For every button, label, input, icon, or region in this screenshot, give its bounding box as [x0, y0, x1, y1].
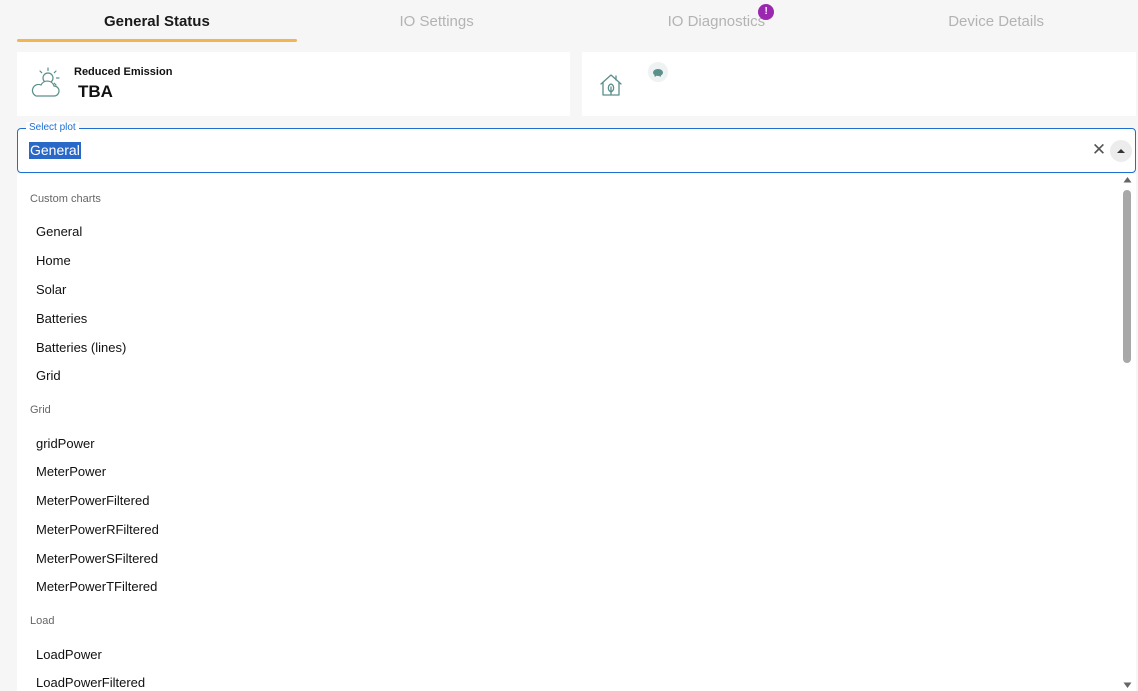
- tab-io-settings[interactable]: IO Settings: [297, 0, 577, 42]
- tab-io-diagnostics[interactable]: IO Diagnostics !: [577, 0, 857, 42]
- tab-device-details[interactable]: Device Details: [856, 0, 1136, 42]
- group-header-custom-charts: Custom charts: [30, 193, 101, 205]
- option-meter-power-s-filtered[interactable]: MeterPowerSFiltered: [36, 551, 158, 566]
- home-card: [582, 52, 1136, 116]
- select-plot-combobox[interactable]: Select plot General ✕: [17, 122, 1136, 173]
- tab-label: Device Details: [948, 12, 1045, 30]
- scrollbar-thumb[interactable]: [1123, 190, 1131, 363]
- home-leaf-icon: [600, 74, 622, 96]
- group-header-grid: Grid: [30, 404, 51, 416]
- weather-sun-cloud-icon: [31, 67, 60, 97]
- option-solar[interactable]: Solar: [36, 282, 66, 297]
- tab-label-text: IO Diagnostics: [667, 12, 766, 30]
- close-icon[interactable]: ✕: [1090, 140, 1108, 159]
- option-meter-power-filtered[interactable]: MeterPowerFiltered: [36, 493, 149, 508]
- scroll-up-arrow-icon[interactable]: [1121, 176, 1133, 186]
- tab-label: IO Settings: [399, 12, 474, 30]
- scroll-down-arrow-icon[interactable]: [1121, 682, 1133, 691]
- option-grid-power[interactable]: gridPower: [36, 436, 95, 451]
- option-load-power[interactable]: LoadPower: [36, 647, 102, 662]
- option-batteries-lines[interactable]: Batteries (lines): [36, 340, 126, 355]
- card-label: Reduced Emission: [74, 66, 173, 78]
- select-plot-input[interactable]: General: [29, 142, 81, 159]
- option-general[interactable]: General: [36, 224, 82, 239]
- option-meter-power-t-filtered[interactable]: MeterPowerTFiltered: [36, 579, 157, 594]
- option-meter-power-r-filtered[interactable]: MeterPowerRFiltered: [36, 522, 159, 537]
- plot-options-listbox[interactable]: Custom charts General Home Solar Batteri…: [17, 174, 1136, 691]
- option-load-power-filtered[interactable]: LoadPowerFiltered: [36, 675, 145, 690]
- tab-label: IO Diagnostics !: [667, 3, 775, 30]
- tab-label: General Status: [103, 12, 210, 30]
- option-grid[interactable]: Grid: [36, 368, 61, 383]
- option-home[interactable]: Home: [36, 253, 71, 268]
- option-batteries[interactable]: Batteries: [36, 311, 87, 326]
- reduced-emission-card: Reduced Emission TBA: [17, 52, 570, 116]
- tab-general-status[interactable]: General Status: [17, 0, 297, 42]
- select-plot-label: Select plot: [26, 122, 79, 134]
- caret-up-icon[interactable]: [1110, 140, 1132, 162]
- piggy-bank-icon: [648, 62, 668, 82]
- group-header-load: Load: [30, 615, 55, 627]
- alert-badge: !: [758, 3, 775, 20]
- card-value: TBA: [78, 82, 113, 101]
- tab-bar: General Status IO Settings IO Diagnostic…: [17, 0, 1136, 42]
- option-meter-power[interactable]: MeterPower: [36, 464, 106, 479]
